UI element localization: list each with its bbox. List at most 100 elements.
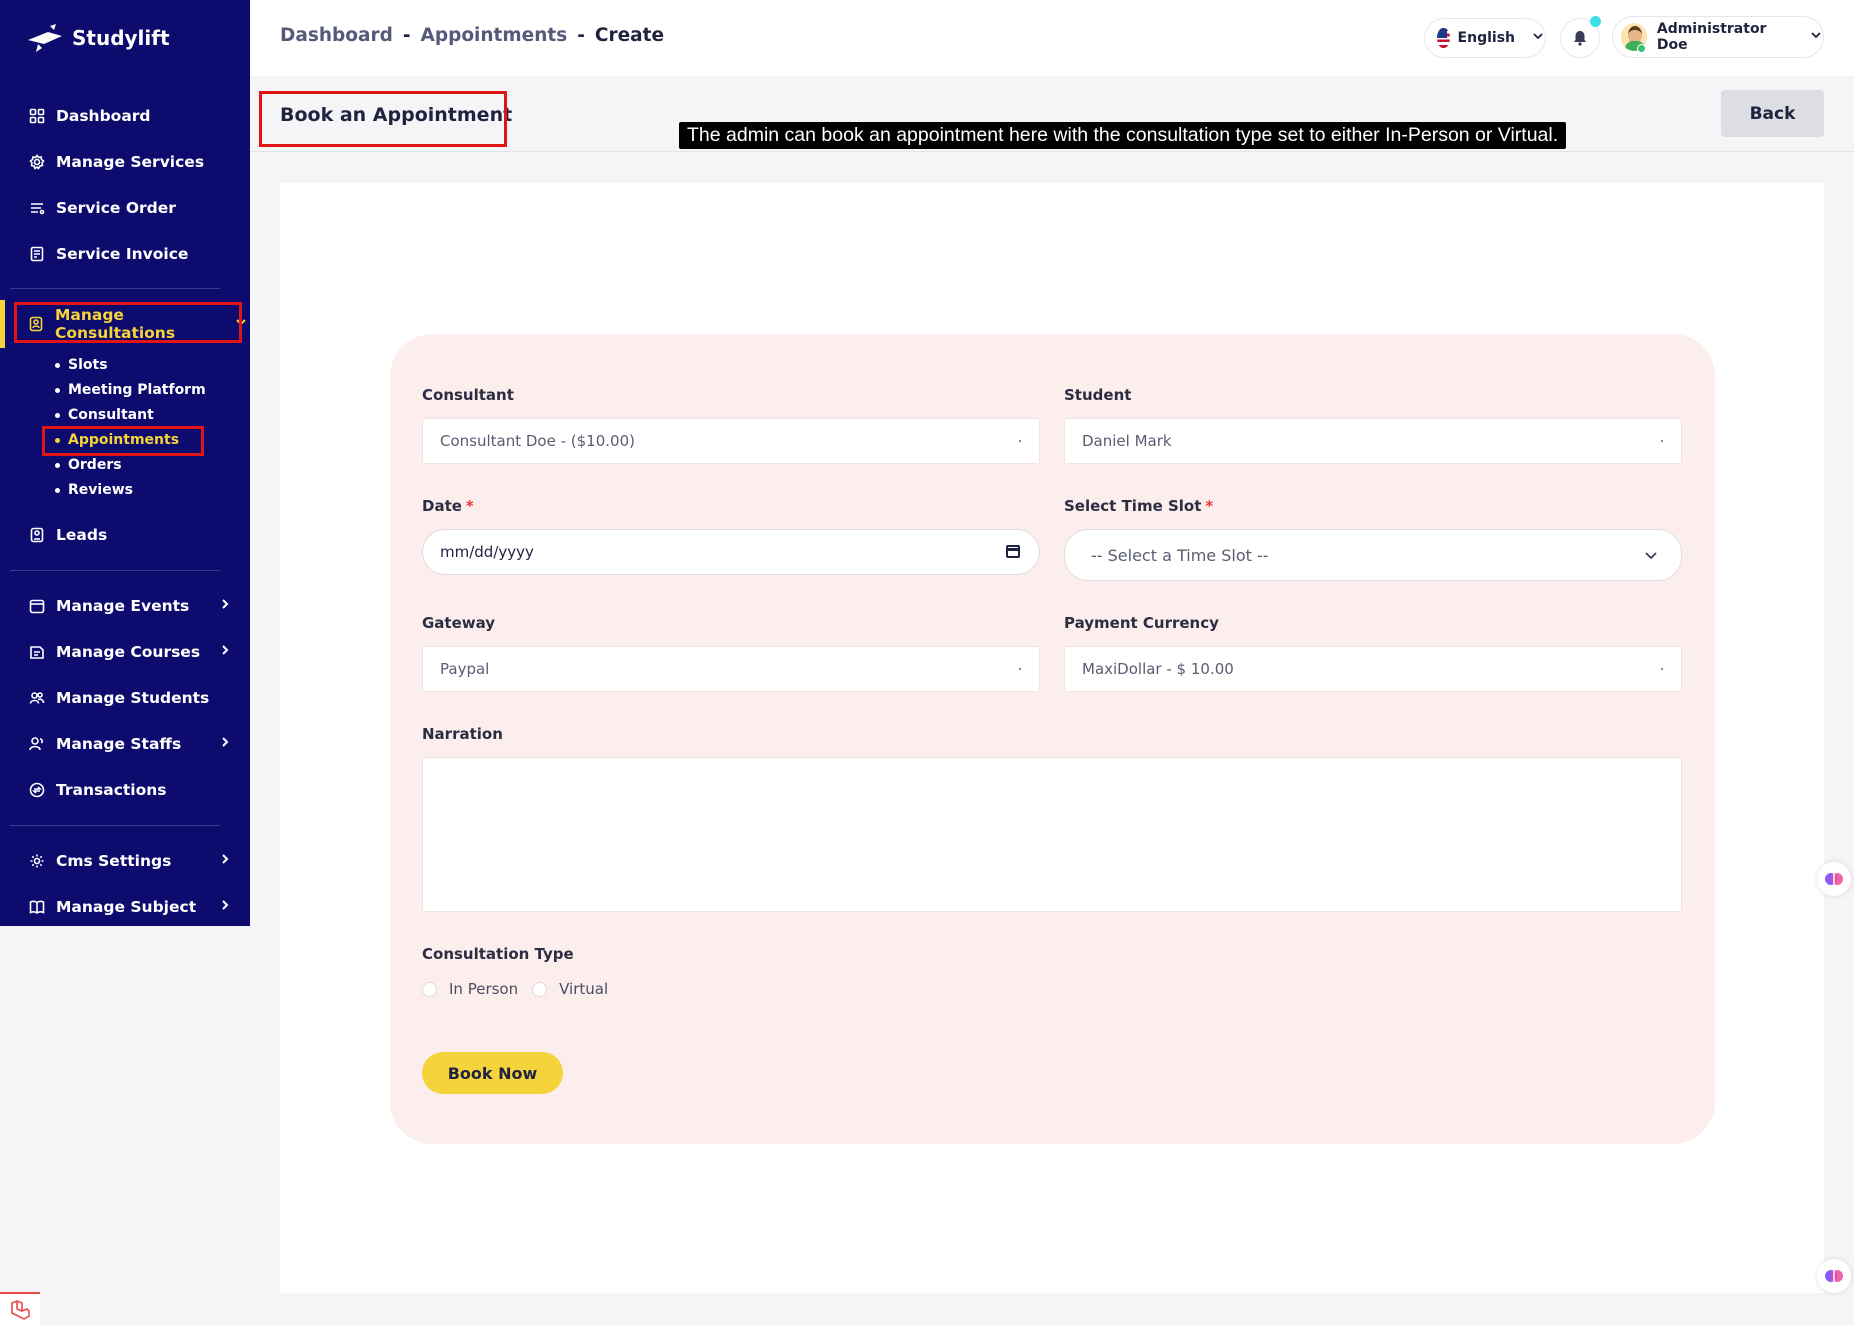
user-name: Administrator Doe	[1656, 21, 1767, 53]
sidebar-item-label: Manage Services	[56, 153, 205, 171]
annotation-tooltip: The admin can book an appointment here w…	[679, 122, 1567, 149]
notification-badge	[1590, 16, 1601, 27]
virtual-radio[interactable]	[532, 981, 548, 997]
sidebar-subitem-label: Meeting Platform	[68, 382, 206, 398]
consultant-value: Consultant Doe - ($10.00)	[440, 432, 635, 450]
sidebar-item-manage-consultations[interactable]: Manage Consultations	[28, 306, 246, 342]
sidebar-subitem-reviews[interactable]: Reviews	[55, 482, 133, 498]
sidebar-subitem-appointments[interactable]: Appointments	[55, 432, 179, 448]
sidebar-item-service-invoice[interactable]: Service Invoice	[28, 241, 238, 267]
consultation-type-group: In Person Virtual	[422, 980, 608, 998]
breadcrumb-dashboard[interactable]: Dashboard	[280, 25, 393, 46]
invoice-icon	[28, 245, 46, 263]
sidebar-item-dashboard[interactable]: Dashboard	[28, 103, 238, 129]
sidebar-divider	[10, 288, 220, 289]
book-icon	[28, 898, 46, 916]
date-placeholder: mm/dd/yyyy	[440, 543, 534, 561]
student-label: Student	[1064, 386, 1132, 404]
sidebar-item-manage-services[interactable]: Manage Services	[28, 149, 238, 175]
payment-currency-label: Payment Currency	[1064, 614, 1219, 632]
sidebar-divider	[10, 825, 220, 826]
sidebar-item-transactions[interactable]: Transactions	[28, 777, 238, 803]
breadcrumb-appointments[interactable]: Appointments	[421, 25, 568, 46]
sidebar-item-manage-students[interactable]: Manage Students	[28, 685, 238, 711]
payment-currency-value: MaxiDollar - $ 10.00	[1082, 660, 1234, 678]
chevron-right-icon	[218, 643, 232, 657]
sidebar-item-leads[interactable]: Leads	[28, 522, 238, 548]
sidebar-subitem-label: Slots	[68, 357, 108, 373]
breadcrumb: Dashboard - Appointments - Create	[280, 25, 664, 46]
sidebar-item-manage-events[interactable]: Manage Events	[28, 593, 238, 619]
student-select[interactable]: Daniel Mark	[1064, 418, 1682, 464]
in-person-label[interactable]: In Person	[449, 980, 518, 998]
gear-icon	[28, 153, 46, 171]
chevron-right-icon	[218, 852, 232, 866]
required-marker: *	[465, 497, 474, 515]
gateway-select[interactable]: Paypal	[422, 646, 1040, 692]
sidebar-item-manage-courses[interactable]: Manage Courses	[28, 639, 238, 665]
calendar-icon[interactable]	[1005, 543, 1021, 563]
time-slot-label-text: Select Time Slot	[1064, 497, 1202, 515]
sidebar-item-label: Manage Courses	[56, 643, 201, 661]
book-now-button[interactable]: Book Now	[422, 1052, 563, 1094]
list-icon	[28, 199, 46, 217]
transaction-icon	[28, 781, 46, 799]
sidebar-item-label: Cms Settings	[56, 852, 172, 870]
brain-icon	[1825, 873, 1843, 885]
settings-icon	[28, 852, 46, 870]
consultant-select[interactable]: Consultant Doe - ($10.00)	[422, 418, 1040, 464]
in-person-radio[interactable]	[422, 981, 437, 997]
sidebar-item-label: Manage Students	[56, 689, 210, 707]
sidebar-item-manage-staffs[interactable]: Manage Staffs	[28, 731, 238, 757]
sidebar: Studylift Dashboard Manage Services Serv…	[0, 0, 250, 926]
sidebar-item-cms-settings[interactable]: Cms Settings	[28, 848, 238, 874]
calendar-icon	[28, 597, 46, 615]
active-indicator	[0, 300, 5, 348]
sidebar-subitem-label: Orders	[68, 457, 122, 473]
bullet-icon	[55, 437, 60, 443]
breadcrumb-separator: -	[402, 25, 411, 46]
topbar: Dashboard - Appointments - Create Englis…	[250, 0, 1854, 76]
date-label-text: Date	[422, 497, 462, 515]
chevron-down-icon	[1531, 29, 1545, 47]
payment-currency-select[interactable]: MaxiDollar - $ 10.00	[1064, 646, 1682, 692]
sidebar-subitem-slots[interactable]: Slots	[55, 357, 108, 373]
bullet-icon	[55, 387, 60, 393]
time-slot-select[interactable]: -- Select a Time Slot --	[1064, 529, 1682, 581]
language-selector[interactable]: English	[1424, 18, 1546, 58]
sidebar-item-label: Manage Events	[56, 597, 190, 615]
virtual-label[interactable]: Virtual	[559, 980, 608, 998]
bell-icon	[1574, 31, 1586, 46]
debugbar-toggle[interactable]	[0, 1292, 40, 1325]
brain-icon	[1825, 1270, 1843, 1282]
lead-icon	[28, 526, 46, 544]
date-label: Date *	[422, 497, 474, 515]
brand-logo[interactable]: Studylift	[26, 22, 170, 54]
back-button[interactable]: Back	[1721, 90, 1824, 137]
chevron-down-icon	[1809, 28, 1823, 46]
sidebar-item-service-order[interactable]: Service Order	[28, 195, 238, 221]
select-indicator-icon	[1019, 440, 1021, 442]
assistant-widget[interactable]	[1817, 1259, 1851, 1293]
bullet-icon	[55, 412, 60, 418]
sidebar-item-label: Manage Subject	[56, 898, 197, 916]
sidebar-subitem-consultant[interactable]: Consultant	[55, 407, 154, 423]
select-indicator-icon	[1019, 668, 1021, 670]
sidebar-subitem-meeting-platform[interactable]: Meeting Platform	[55, 382, 206, 398]
assistant-widget[interactable]	[1817, 862, 1851, 896]
sidebar-subitem-orders[interactable]: Orders	[55, 457, 122, 473]
breadcrumb-separator: -	[577, 25, 585, 46]
narration-textarea[interactable]	[422, 757, 1682, 912]
page-title: Book an Appointment	[280, 104, 513, 126]
gateway-value: Paypal	[440, 660, 490, 678]
sidebar-item-manage-subject[interactable]: Manage Subject	[28, 894, 238, 920]
gateway-label: Gateway	[422, 614, 496, 632]
chevron-down-icon	[234, 315, 248, 329]
bullet-icon	[55, 362, 60, 368]
chevron-right-icon	[218, 735, 232, 749]
date-input[interactable]: mm/dd/yyyy	[422, 529, 1040, 575]
select-indicator-icon	[1661, 440, 1663, 442]
grid-icon	[28, 107, 46, 125]
breadcrumb-current: Create	[594, 25, 665, 46]
sidebar-subitem-label: Consultant	[68, 407, 154, 423]
